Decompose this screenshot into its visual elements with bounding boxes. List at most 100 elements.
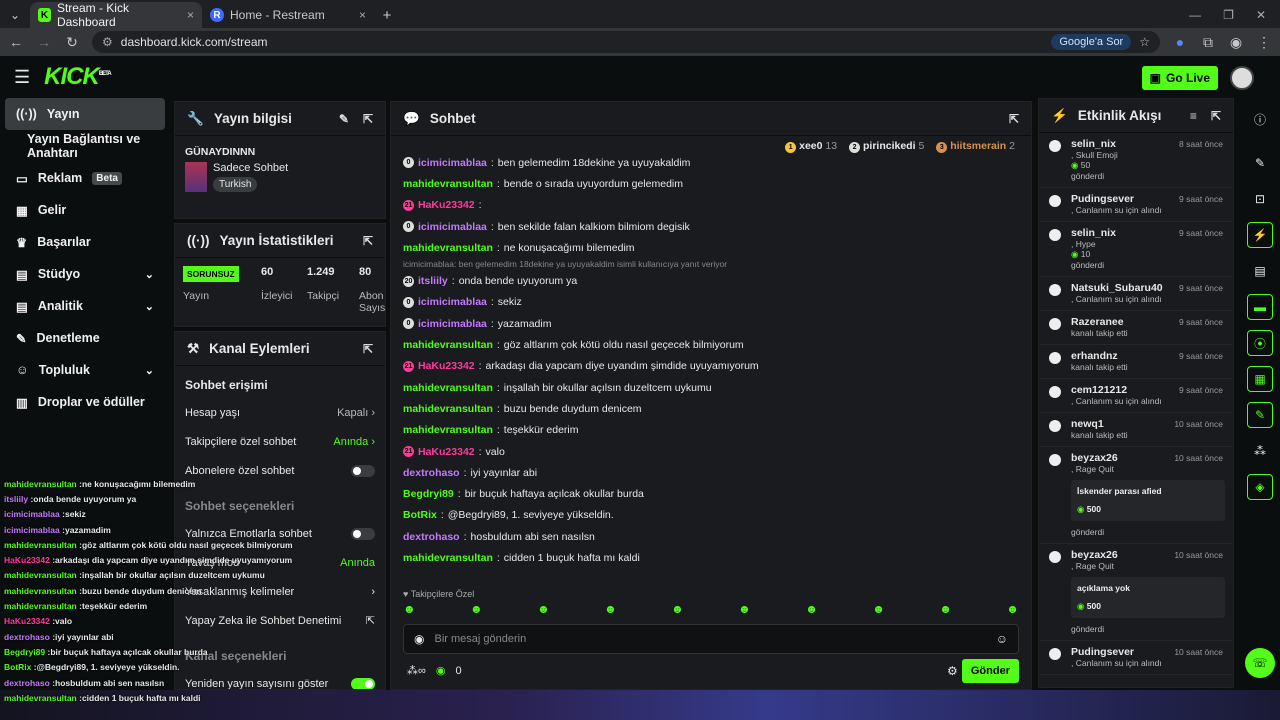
emote-icon[interactable]: ☻	[1006, 602, 1019, 620]
emote-icon[interactable]: ☻	[939, 602, 952, 620]
chat-message[interactable]: mahidevransultan: ne konuşacağımı bilemed…	[403, 237, 1023, 258]
sidebar-item-studyo[interactable]: ▤ Stüdyo ⌄	[0, 258, 170, 290]
chat-username[interactable]: mahidevransultan	[403, 424, 493, 436]
popout-icon[interactable]: ⇱	[1009, 112, 1019, 126]
stats-icon[interactable]: ▦	[1247, 366, 1273, 392]
profile-icon[interactable]: ◉	[1228, 34, 1244, 51]
popout-icon[interactable]: ⇱	[363, 112, 373, 126]
feed-item[interactable]: 10 saat önce beyzax26, Rage Quit açıklama …	[1039, 544, 1233, 641]
feed-item[interactable]: 9 saat önce Razeranee kanalı takip etti	[1039, 311, 1233, 345]
sidebar-item-stream-key[interactable]: Yayın Bağlantısı ve Anahtarı	[0, 130, 170, 162]
feed-item[interactable]: 9 saat önce Natsuki_Subaru40, Canlanım su…	[1039, 277, 1233, 311]
chat-message[interactable]: 20 itsliily: onda bende uyuyorum ya	[403, 270, 1023, 291]
sidebar-item-denetleme[interactable]: ✎ Denetleme	[0, 322, 170, 354]
chat-message[interactable]: mahidevransultan: inşallah bir okullar aç…	[403, 377, 1023, 398]
account-age-row[interactable]: Hesap yaşı Kapalı ›	[175, 398, 385, 427]
sidebar-item-basarilar[interactable]: ♛ Başarılar	[0, 226, 170, 258]
community-icon[interactable]: ⁂∞	[407, 664, 426, 677]
chat-username[interactable]: mahidevransultan	[403, 403, 493, 415]
chat-username[interactable]: HaKu23342	[418, 360, 475, 372]
url-field[interactable]: ⚙ dashboard.kick.com/stream Google'a Sor…	[92, 31, 1160, 53]
chat-username[interactable]: mahidevransultan	[403, 242, 493, 254]
emoji-icon[interactable]: ☺	[996, 632, 1008, 646]
close-tab-icon[interactable]: ×	[187, 8, 194, 22]
chat-message[interactable]: 0 icimicimablaa: ben gelemedim 18dekine ya…	[403, 152, 1023, 173]
chat-message[interactable]: mahidevransultan: buzu bende duydum denic…	[403, 398, 1023, 419]
info-icon[interactable]: ⓘ	[1247, 106, 1273, 132]
forward-icon[interactable]: →	[36, 34, 52, 50]
sidebar-item-topluluk[interactable]: ☺ Topluluk ⌄	[0, 354, 170, 386]
sidebar-item-gelir[interactable]: ▦ Gelir	[0, 194, 170, 226]
tab-search-icon[interactable]: ⌄	[0, 2, 30, 28]
gift-icon[interactable]: ◈	[1247, 474, 1273, 500]
document-icon[interactable]: ▤	[1247, 258, 1273, 284]
chat-username[interactable]: BotRix	[403, 509, 437, 521]
chat-bubble-icon[interactable]: ▬	[1247, 294, 1273, 320]
hamburger-menu-icon[interactable]: ☰	[14, 67, 30, 88]
feed-item[interactable]: 10 saat önce Pudingsever, Canlanım su içi…	[1039, 641, 1233, 675]
edit-icon[interactable]: ✎	[339, 112, 349, 126]
popout-icon[interactable]: ⇱	[1211, 109, 1221, 123]
chat-message[interactable]: dextrohaso: iyi yayınlar abi	[403, 462, 1023, 483]
chat-message[interactable]: 0 icimicimablaa: sekiz	[403, 292, 1023, 313]
settings-gear-icon[interactable]: ⚙	[947, 664, 958, 678]
extensions-puzzle-icon[interactable]: ⧉	[1200, 34, 1216, 51]
sidebar-item-analitik[interactable]: ▤ Analitik ⌄	[0, 290, 170, 322]
chat-message[interactable]: 21 HaKu23342: valo	[403, 441, 1023, 462]
filter-icon[interactable]: ≡	[1190, 109, 1197, 123]
chat-username[interactable]: mahidevransultan	[403, 382, 493, 394]
feed-item[interactable]: 9 saat önce selin_nix, Hype ◉ 10 gönderdi	[1039, 222, 1233, 277]
chat-username[interactable]: icimicimablaa	[418, 221, 487, 233]
site-info-icon[interactable]: ⚙	[102, 35, 113, 49]
emote-icon[interactable]: ☻	[805, 602, 818, 620]
emote-only-toggle[interactable]	[351, 527, 375, 540]
chat-message[interactable]: mahidevransultan: bende o sırada uyuyordu…	[403, 173, 1023, 194]
popout-icon[interactable]: ⇱	[363, 342, 373, 356]
chat-username[interactable]: HaKu23342	[418, 199, 475, 211]
emote-icon[interactable]: ☻	[470, 602, 483, 620]
chat-username[interactable]: icimicimablaa	[418, 157, 487, 169]
reload-icon[interactable]: ↻	[64, 34, 80, 51]
subs-only-toggle[interactable]	[351, 464, 375, 477]
chat-message[interactable]: mahidevransultan: göz altlarım çok kötü o…	[403, 334, 1023, 355]
chat-username[interactable]: Begdryi89	[403, 488, 454, 500]
emote-icon[interactable]: ☻	[738, 602, 751, 620]
google-ask-pill[interactable]: Google'a Sor	[1051, 34, 1132, 50]
chat-username[interactable]: icimicimablaa	[418, 296, 487, 308]
chat-username[interactable]: itsliily	[418, 275, 448, 287]
chat-username[interactable]: dextrohaso	[403, 467, 460, 479]
sidebar-item-reklam[interactable]: ▭ Reklam Beta	[0, 162, 170, 194]
popout-icon[interactable]: ⇱	[363, 234, 373, 248]
menu-dots-icon[interactable]: ⋮	[1256, 34, 1272, 51]
minimize-icon[interactable]: —	[1189, 8, 1201, 22]
close-tab-icon[interactable]: ×	[359, 8, 366, 22]
chat-username[interactable]: HaKu23342	[418, 446, 475, 458]
back-icon[interactable]: ←	[8, 34, 24, 50]
chat-message[interactable]: 0 icimicimablaa: yazamadim	[403, 313, 1023, 334]
chat-message[interactable]: Begdryi89: bir buçuk haftaya açılcak okul…	[403, 483, 1023, 504]
broadcast-icon[interactable]: ⦿	[1247, 330, 1273, 356]
chat-username[interactable]: mahidevransultan	[403, 552, 493, 564]
tab-kick-dashboard[interactable]: K Stream - Kick Dashboard ×	[30, 1, 202, 29]
kick-logo[interactable]: KICKBETA	[44, 63, 112, 91]
emote-icon[interactable]: ☻	[537, 602, 550, 620]
chat-username[interactable]: mahidevransultan	[403, 178, 493, 190]
emote-icon[interactable]: ☻	[403, 602, 416, 620]
emote-icon[interactable]: ☻	[872, 602, 885, 620]
lightning-icon[interactable]: ⚡	[1247, 222, 1273, 248]
support-headset-icon[interactable]: ☏	[1245, 648, 1275, 678]
chat-message[interactable]: mahidevransultan: teşekkür ederim	[403, 420, 1023, 441]
chat-message[interactable]: dextrohaso: hosbuldum abi sen nasılsn	[403, 526, 1023, 547]
user-avatar[interactable]	[1230, 66, 1254, 90]
tab-restream[interactable]: R Home - Restream ×	[202, 2, 374, 28]
chat-message[interactable]: mahidevransultan: cidden 1 buçuk hafta mı…	[403, 547, 1023, 568]
feed-item[interactable]: 10 saat önce beyzax26, Rage Quit İskender …	[1039, 447, 1233, 544]
feed-item[interactable]: 9 saat önce erhandnz kanalı takip etti	[1039, 345, 1233, 379]
window-close-icon[interactable]: ✕	[1256, 8, 1266, 22]
followers-only-row[interactable]: Takipçilere özel sohbet Anında ›	[175, 427, 385, 456]
capture-icon[interactable]: ⊡	[1247, 186, 1273, 212]
sidebar-item-yayin[interactable]: ((·)) Yayın	[5, 98, 165, 130]
emote-icon[interactable]: ☻	[604, 602, 617, 620]
chat-message[interactable]: 0 icimicimablaa: ben sekilde falan kalkiom…	[403, 216, 1023, 237]
rerun-toggle[interactable]	[351, 677, 375, 689]
